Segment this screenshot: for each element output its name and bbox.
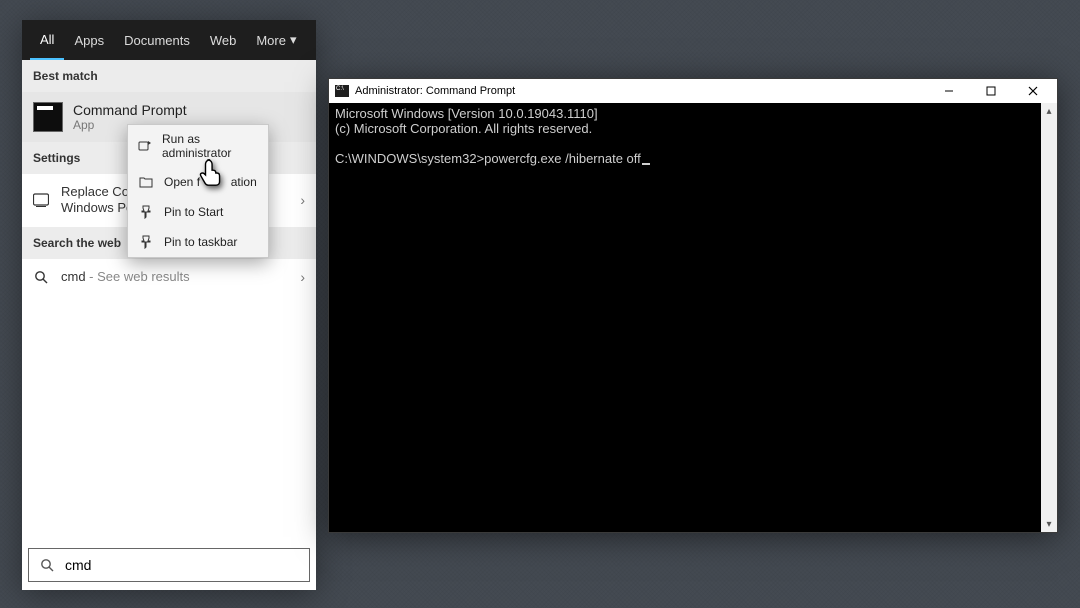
ctx-pin-to-taskbar[interactable]: Pin to taskbar: [128, 227, 268, 257]
tab-more[interactable]: More ▾: [246, 20, 306, 60]
tab-web[interactable]: Web: [200, 20, 247, 60]
chevron-right-icon: ›: [300, 269, 305, 285]
terminal-output[interactable]: Microsoft Windows [Version 10.0.19043.11…: [329, 103, 1041, 532]
search-box[interactable]: [28, 548, 310, 582]
titlebar[interactable]: Administrator: Command Prompt: [329, 79, 1057, 103]
search-tabs: All Apps Documents Web More ▾: [22, 20, 316, 60]
ctx-label: Run as administrator: [162, 132, 258, 160]
ctx-label: Pin to Start: [164, 205, 223, 219]
pin-icon: [138, 204, 154, 220]
tab-all[interactable]: All: [30, 20, 64, 60]
search-icon: [33, 269, 49, 285]
start-search-panel: All Apps Documents Web More ▾ Best match…: [22, 20, 316, 590]
close-button[interactable]: [1015, 80, 1051, 102]
search-icon: [39, 557, 55, 573]
scroll-down-button[interactable]: ▾: [1041, 516, 1057, 532]
run-admin-icon: [138, 138, 152, 154]
cmd-app-icon: [335, 85, 349, 97]
folder-icon: [138, 174, 154, 190]
web-result-item[interactable]: cmd - See web results ›: [22, 259, 316, 295]
header-best-match: Best match: [22, 60, 316, 92]
tab-documents[interactable]: Documents: [114, 20, 200, 60]
scrollbar[interactable]: ▴ ▾: [1041, 103, 1057, 532]
chevron-down-icon: ▾: [290, 32, 297, 48]
tab-more-label: More: [256, 33, 286, 48]
settings-switch-icon: [33, 192, 49, 208]
cursor-caret: [642, 163, 650, 165]
pin-taskbar-icon: [138, 234, 154, 250]
command-prompt-window: Administrator: Command Prompt Microsoft …: [328, 78, 1058, 533]
web-result-label: cmd - See web results: [61, 269, 190, 284]
cursor-pointer-icon: [198, 158, 228, 188]
maximize-button[interactable]: [973, 80, 1009, 102]
tab-apps[interactable]: Apps: [64, 20, 114, 60]
search-input[interactable]: [65, 557, 299, 573]
best-match-title: Command Prompt: [73, 102, 187, 118]
spacer: [22, 295, 316, 543]
command-prompt-icon: [33, 102, 63, 132]
context-menu: Run as administrator Open file location …: [127, 124, 269, 258]
window-title: Administrator: Command Prompt: [355, 85, 515, 97]
chevron-right-icon: ›: [300, 192, 305, 208]
minimize-button[interactable]: [931, 80, 967, 102]
scroll-up-button[interactable]: ▴: [1041, 103, 1057, 119]
ctx-label: Pin to taskbar: [164, 235, 237, 249]
ctx-pin-to-start[interactable]: Pin to Start: [128, 197, 268, 227]
